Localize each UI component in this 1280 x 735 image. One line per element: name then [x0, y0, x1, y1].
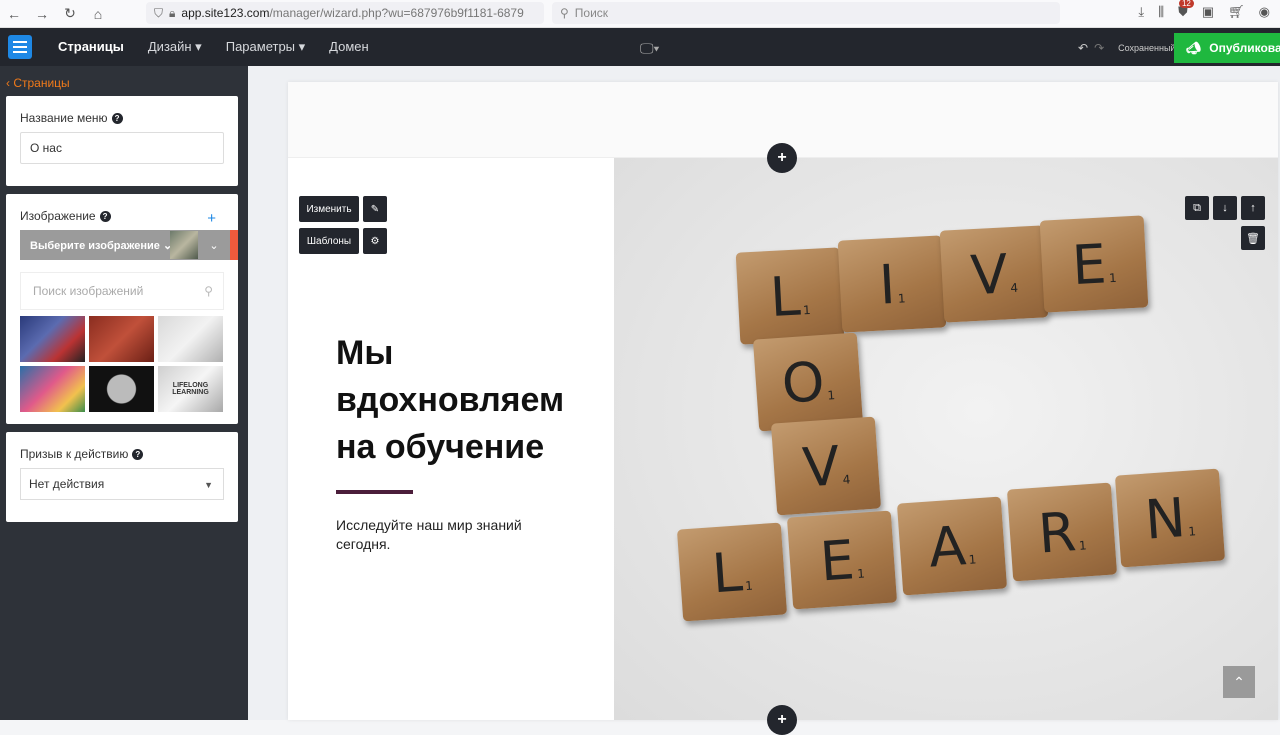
back-label: Страницы	[13, 76, 70, 90]
letter-tile: L1	[676, 522, 788, 622]
publish-button[interactable]: 📣︎ Опубликовать	[1174, 33, 1280, 63]
help-icon[interactable]: ?	[132, 448, 144, 460]
cta-panel: Призыв к действию ? Нет действия ▼	[6, 432, 238, 522]
reload-icon[interactable]: ↻	[56, 0, 84, 28]
lock-icon: 🔒︎	[169, 5, 176, 20]
menu-name-input[interactable]: О нас	[20, 132, 224, 164]
image-thumbnail-grid: LIFELONG LEARNING	[20, 316, 224, 412]
hero-title[interactable]: Мы вдохновляем на обучение	[336, 330, 606, 471]
address-bar[interactable]: ⛉ 🔒︎ app.site123.com/manager/wizard.php?…	[146, 2, 544, 24]
add-section-below-button[interactable]: +	[767, 705, 797, 735]
letter-tile: E1	[786, 510, 898, 610]
image-search-placeholder: Поиск изображений	[33, 284, 144, 298]
url-host: app.site123.com	[181, 6, 270, 20]
account-icon[interactable]: ◉	[1259, 4, 1270, 20]
thumbnail-caption: LIFELONG LEARNING	[172, 382, 209, 396]
menu-name-label-text: Название меню	[20, 111, 108, 125]
remove-image-strip[interactable]	[230, 230, 238, 260]
cta-label-text: Призыв к действию	[20, 447, 129, 461]
image-label: Изображение ?	[20, 209, 111, 223]
top-menu: Страницы Дизайн ▾ Параметры ▾ Домен	[58, 39, 369, 55]
history-controls: ↶ ↷ Сохраненный	[1078, 41, 1175, 55]
image-thumbnail[interactable]	[20, 316, 85, 362]
letter-tile: V4	[770, 416, 882, 516]
cart-icon[interactable]: 🛒︎	[1228, 4, 1245, 20]
menu-name-panel: Название меню ? О нас	[6, 96, 238, 186]
cta-label: Призыв к действию ?	[20, 447, 144, 461]
image-thumbnail[interactable]	[89, 316, 154, 362]
image-thumbnail[interactable]	[89, 366, 154, 412]
hero-image[interactable]: L1 I1 V4 E1 O1 V4 L1 E1 A1 R1 N1	[614, 158, 1278, 720]
hero-divider	[336, 490, 413, 494]
help-icon[interactable]: ?	[111, 112, 123, 124]
edit-section-button[interactable]: Изменить	[299, 196, 359, 222]
letter-tile: E1	[1039, 215, 1149, 313]
letter-tile: A1	[896, 496, 1008, 596]
megaphone-icon: 📣︎	[1186, 41, 1202, 55]
page-preview: Изменить ✎ Шаблоны ⚙ Мы вдохновляем на о…	[288, 82, 1278, 735]
redo-icon[interactable]: ↷	[1094, 41, 1104, 55]
back-arrow-icon[interactable]: ←	[0, 0, 28, 28]
duplicate-icon[interactable]: ⧉	[1185, 196, 1209, 220]
editor-canvas: Изменить ✎ Шаблоны ⚙ Мы вдохновляем на о…	[248, 66, 1280, 735]
search-icon: ⚲	[204, 284, 213, 298]
hero-subtitle[interactable]: Исследуйте наш мир знаний сегодня.	[336, 516, 556, 554]
device-preview-icon[interactable]: 🖵▾	[640, 40, 659, 57]
top-menu-domain[interactable]: Домен	[329, 39, 369, 55]
cta-select[interactable]: Нет действия ▼	[20, 468, 224, 500]
letter-tile: N1	[1114, 468, 1226, 568]
chevron-down-icon: ⌄	[209, 239, 219, 252]
add-image-button[interactable]: +	[207, 210, 216, 227]
menu-name-value: О нас	[30, 141, 62, 155]
sidebar: ‹ Страницы Название меню ? О нас Изображ…	[0, 66, 248, 720]
letter-tile: L1	[735, 247, 845, 345]
letter-tile: V4	[939, 225, 1049, 323]
image-search-input[interactable]: Поиск изображений ⚲	[20, 272, 224, 310]
saved-status: Сохраненный	[1118, 43, 1176, 53]
add-section-above-button[interactable]: +	[767, 143, 797, 173]
back-to-pages-link[interactable]: ‹ Страницы	[6, 76, 70, 90]
sidebar-toggle-icon[interactable]: ▣	[1202, 4, 1214, 20]
move-up-icon[interactable]: ↑	[1241, 196, 1265, 220]
gear-icon[interactable]: ⚙	[363, 228, 387, 254]
menu-name-label: Название меню ?	[20, 111, 123, 125]
templates-button[interactable]: Шаблоны	[299, 228, 359, 254]
top-menu-settings[interactable]: Параметры ▾	[226, 39, 305, 55]
trash-icon[interactable]: 🗑︎	[1241, 226, 1265, 250]
search-icon: ⚲	[560, 6, 569, 20]
scroll-to-top-icon[interactable]: ⌃	[1223, 666, 1255, 698]
forward-arrow-icon[interactable]: →	[28, 0, 56, 28]
magic-wand-icon[interactable]: ✎	[363, 196, 387, 222]
caret-down-icon: ▼	[204, 480, 213, 490]
shield-icon: ⛉	[154, 5, 164, 20]
undo-icon[interactable]: ↶	[1078, 41, 1088, 55]
extension-icon[interactable]: ⛊ 12	[1178, 0, 1194, 20]
help-icon[interactable]: ?	[99, 210, 111, 222]
image-thumbnail[interactable]: LIFELONG LEARNING	[158, 366, 223, 412]
top-menu-pages[interactable]: Страницы	[58, 39, 124, 55]
image-thumbnail[interactable]	[158, 316, 223, 362]
image-label-text: Изображение	[20, 209, 96, 223]
cta-value: Нет действия	[29, 477, 105, 491]
publish-label: Опубликовать	[1209, 41, 1280, 55]
selected-image-thumbnail	[170, 231, 198, 259]
top-menu-design[interactable]: Дизайн ▾	[148, 39, 202, 55]
letter-tile: O1	[752, 332, 864, 432]
move-down-icon[interactable]: ↓	[1213, 196, 1237, 220]
image-select-dropdown[interactable]: Выберите изображение ⌄ ⌄	[20, 230, 230, 260]
browser-actions: ⤓ ⫼ ⛊ 12 ▣ 🛒︎ ◉	[1138, 0, 1270, 20]
image-thumbnail[interactable]	[20, 366, 85, 412]
site123-logo-icon[interactable]	[8, 35, 32, 59]
letter-tile: R1	[1006, 482, 1118, 582]
browser-search-input[interactable]: ⚲ Поиск	[552, 2, 1060, 24]
download-icon[interactable]: ⤓	[1138, 4, 1144, 20]
browser-search-placeholder: Поиск	[574, 6, 609, 20]
library-icon[interactable]: ⫼	[1158, 4, 1164, 20]
image-panel: Изображение ? + Выберите изображение ⌄ ⌄…	[6, 194, 238, 424]
letter-tile: I1	[837, 235, 947, 333]
url-path: /manager/wizard.php?wu=687976b9f1181-687…	[269, 6, 524, 20]
extension-badge: 12	[1178, 0, 1194, 8]
image-select-label: Выберите изображение ⌄	[30, 239, 173, 252]
home-icon[interactable]: ⌂	[84, 0, 112, 28]
